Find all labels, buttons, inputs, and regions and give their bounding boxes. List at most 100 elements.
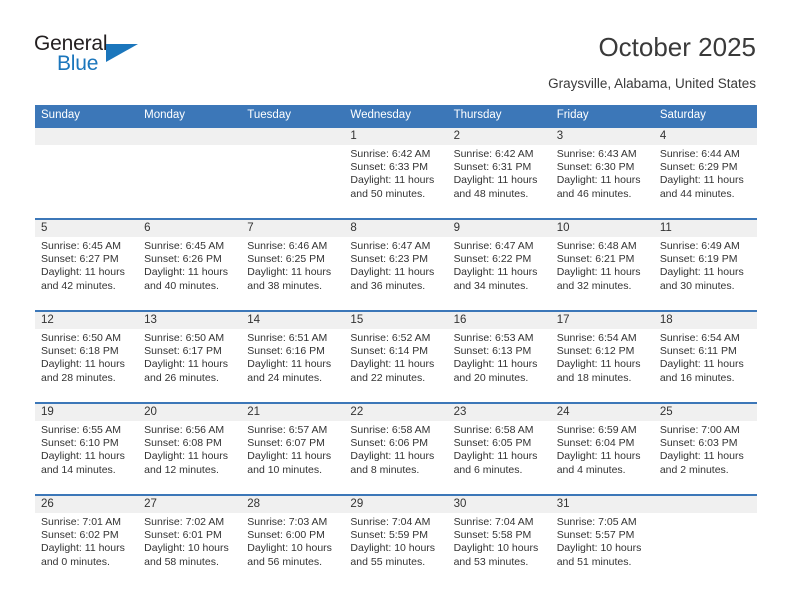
calendar-day-cell[interactable]: 12 Sunrise: 6:50 AM Sunset: 6:18 PM Dayligh… [35, 310, 139, 403]
sunset-text: Sunset: 6:03 PM [659, 437, 738, 450]
day-sun-info: Sunrise: 6:47 AM Sunset: 6:22 PM Daylight:… [448, 237, 551, 293]
calendar-day-cell[interactable]: 9 Sunrise: 6:47 AM Sunset: 6:22 PM Daylight… [447, 218, 551, 311]
daylight-text: Daylight: 11 hours and 30 minutes. [659, 266, 744, 292]
sunrise-text: Sunrise: 6:50 AM [41, 332, 121, 344]
calendar-day-cell[interactable]: 22 Sunrise: 6:58 AM Sunset: 6:06 PM Dayligh… [344, 402, 448, 495]
sunrise-text: Sunrise: 6:42 AM [453, 148, 534, 160]
calendar-day-cell[interactable]: 1 Sunrise: 6:42 AM Sunset: 6:33 PM Daylight… [344, 126, 448, 219]
sunrise-text: Sunrise: 6:45 AM [144, 240, 225, 252]
daylight-text: Daylight: 10 hours and 55 minutes. [350, 542, 436, 568]
calendar-day-cell[interactable]: 27 Sunrise: 7:02 AM Sunset: 6:01 PM Dayligh… [138, 494, 242, 586]
calendar-day-cell[interactable]: 5 Sunrise: 6:45 AM Sunset: 6:27 PM Daylight… [35, 218, 139, 311]
calendar-day-cell[interactable]: 2 Sunrise: 6:42 AM Sunset: 6:31 PM Daylight… [447, 126, 551, 219]
sunrise-text: Sunrise: 6:56 AM [144, 424, 225, 436]
calendar-day-cell[interactable]: 8 Sunrise: 6:47 AM Sunset: 6:23 PM Daylight… [344, 218, 448, 311]
page-title: October 2025 [598, 32, 756, 62]
day-sun-info: Sunrise: 7:00 AM Sunset: 6:03 PM Daylight:… [654, 421, 757, 477]
sunrise-text: Sunrise: 6:53 AM [453, 332, 534, 344]
calendar-week-row: 5 Sunrise: 6:45 AM Sunset: 6:27 PM Daylight… [35, 218, 757, 311]
sunset-text: Sunset: 6:25 PM [247, 253, 325, 266]
daylight-text: Daylight: 11 hours and 14 minutes. [41, 450, 125, 476]
day-number: 2 [447, 128, 551, 145]
calendar-day-cell[interactable]: 10 Sunrise: 6:48 AM Sunset: 6:21 PM Dayligh… [550, 218, 654, 311]
day-sun-info: Sunrise: 7:01 AM Sunset: 6:02 PM Daylight:… [35, 513, 138, 569]
sunrise-text: Sunrise: 6:48 AM [556, 240, 637, 252]
day-number: 29 [344, 496, 448, 513]
daylight-text: Daylight: 11 hours and 6 minutes. [453, 450, 538, 476]
sunrise-text: Sunrise: 7:02 AM [144, 516, 225, 528]
weekday-header-sunday: Sunday [35, 105, 139, 127]
day-sun-info: Sunrise: 6:42 AM Sunset: 6:31 PM Daylight:… [448, 145, 551, 201]
calendar-day-cell[interactable]: 28 Sunrise: 7:03 AM Sunset: 6:00 PM Dayligh… [241, 494, 345, 586]
day-sun-info: Sunrise: 6:58 AM Sunset: 6:06 PM Daylight:… [344, 421, 447, 477]
daylight-text: Daylight: 11 hours and 38 minutes. [247, 266, 332, 292]
calendar-day-cell[interactable]: 15 Sunrise: 6:52 AM Sunset: 6:14 PM Dayligh… [344, 310, 448, 403]
sunset-text: Sunset: 6:00 PM [247, 529, 325, 542]
calendar-day-cell-empty [35, 126, 139, 219]
sunset-text: Sunset: 5:59 PM [350, 529, 429, 542]
calendar-day-cell[interactable]: 20 Sunrise: 6:56 AM Sunset: 6:08 PM Dayligh… [138, 402, 242, 495]
day-number: 26 [35, 496, 139, 513]
weekday-header-tuesday: Tuesday [241, 105, 345, 127]
calendar-day-cell[interactable]: 13 Sunrise: 6:50 AM Sunset: 6:17 PM Dayligh… [138, 310, 242, 403]
day-number: 23 [447, 404, 551, 421]
calendar-day-cell[interactable]: 19 Sunrise: 6:55 AM Sunset: 6:10 PM Dayligh… [35, 402, 139, 495]
sunrise-text: Sunrise: 6:51 AM [247, 332, 328, 344]
day-sun-info: Sunrise: 6:51 AM Sunset: 6:16 PM Daylight:… [241, 329, 344, 385]
calendar-day-cell[interactable]: 26 Sunrise: 7:01 AM Sunset: 6:02 PM Dayligh… [35, 494, 139, 586]
calendar-day-cell[interactable]: 6 Sunrise: 6:45 AM Sunset: 6:26 PM Daylight… [138, 218, 242, 311]
day-number: 7 [241, 220, 345, 237]
day-number: 28 [241, 496, 345, 513]
day-number: 16 [447, 312, 551, 329]
daylight-text: Daylight: 11 hours and 12 minutes. [144, 450, 228, 476]
daylight-text: Daylight: 11 hours and 36 minutes. [350, 266, 435, 292]
calendar-day-cell[interactable]: 21 Sunrise: 6:57 AM Sunset: 6:07 PM Dayligh… [241, 402, 345, 495]
calendar-body: 1 Sunrise: 6:42 AM Sunset: 6:33 PM Daylight… [35, 126, 757, 586]
calendar-day-cell[interactable]: 31 Sunrise: 7:05 AM Sunset: 5:57 PM Dayligh… [550, 494, 654, 586]
day-number: 11 [653, 220, 757, 237]
calendar-day-cell[interactable]: 25 Sunrise: 7:00 AM Sunset: 6:03 PM Dayligh… [653, 402, 757, 495]
calendar-day-cell[interactable]: 3 Sunrise: 6:43 AM Sunset: 6:30 PM Daylight… [550, 126, 654, 219]
calendar-day-cell[interactable]: 17 Sunrise: 6:54 AM Sunset: 6:12 PM Dayligh… [550, 310, 654, 403]
daylight-text: Daylight: 11 hours and 34 minutes. [453, 266, 538, 292]
sunset-text: Sunset: 6:23 PM [350, 253, 429, 266]
day-number: 5 [35, 220, 139, 237]
calendar-day-cell[interactable]: 11 Sunrise: 6:49 AM Sunset: 6:19 PM Dayligh… [653, 218, 757, 311]
sunset-text: Sunset: 5:57 PM [556, 529, 635, 542]
sunset-text: Sunset: 6:12 PM [556, 345, 635, 358]
day-number: 17 [550, 312, 654, 329]
day-number: 15 [344, 312, 448, 329]
day-number: 9 [447, 220, 551, 237]
calendar-day-cell-empty [138, 126, 242, 219]
day-number: 4 [653, 128, 757, 145]
calendar-day-cell[interactable]: 7 Sunrise: 6:46 AM Sunset: 6:25 PM Daylight… [241, 218, 345, 311]
sunset-text: Sunset: 6:30 PM [556, 161, 635, 174]
calendar-day-cell[interactable]: 16 Sunrise: 6:53 AM Sunset: 6:13 PM Dayligh… [447, 310, 551, 403]
calendar-day-cell[interactable]: 4 Sunrise: 6:44 AM Sunset: 6:29 PM Daylight… [653, 126, 757, 219]
daylight-text: Daylight: 11 hours and 44 minutes. [659, 174, 744, 200]
sunrise-text: Sunrise: 6:54 AM [556, 332, 637, 344]
calendar-day-cell[interactable]: 29 Sunrise: 7:04 AM Sunset: 5:59 PM Dayligh… [344, 494, 448, 586]
sunset-text: Sunset: 6:11 PM [659, 345, 737, 358]
sunrise-text: Sunrise: 6:52 AM [350, 332, 431, 344]
day-sun-info: Sunrise: 6:47 AM Sunset: 6:23 PM Daylight:… [344, 237, 447, 293]
calendar-day-cell[interactable]: 18 Sunrise: 6:54 AM Sunset: 6:11 PM Dayligh… [653, 310, 757, 403]
sunset-text: Sunset: 5:58 PM [453, 529, 532, 542]
daylight-text: Daylight: 11 hours and 10 minutes. [247, 450, 332, 476]
daylight-text: Daylight: 11 hours and 22 minutes. [350, 358, 435, 384]
day-sun-info: Sunrise: 7:04 AM Sunset: 5:59 PM Daylight:… [344, 513, 447, 569]
calendar-day-cell[interactable]: 14 Sunrise: 6:51 AM Sunset: 6:16 PM Dayligh… [241, 310, 345, 403]
day-number: 30 [447, 496, 551, 513]
sunset-text: Sunset: 6:33 PM [350, 161, 429, 174]
sunset-text: Sunset: 6:13 PM [453, 345, 532, 358]
calendar-day-cell[interactable]: 30 Sunrise: 7:04 AM Sunset: 5:58 PM Dayligh… [447, 494, 551, 586]
calendar-day-cell[interactable]: 24 Sunrise: 6:59 AM Sunset: 6:04 PM Dayligh… [550, 402, 654, 495]
sunrise-text: Sunrise: 6:57 AM [247, 424, 328, 436]
day-number: 22 [344, 404, 448, 421]
daylight-text: Daylight: 11 hours and 2 minutes. [659, 450, 744, 476]
sunrise-sunset-calendar: Sunday Monday Tuesday Wednesday Thursday Frid… [35, 105, 757, 586]
weekday-row: Sunday Monday Tuesday Wednesday Thursday Frid… [35, 105, 757, 127]
generalblue-logo[interactable]: General Blue [34, 32, 194, 84]
sunset-text: Sunset: 6:07 PM [247, 437, 325, 450]
calendar-day-cell[interactable]: 23 Sunrise: 6:58 AM Sunset: 6:05 PM Dayligh… [447, 402, 551, 495]
